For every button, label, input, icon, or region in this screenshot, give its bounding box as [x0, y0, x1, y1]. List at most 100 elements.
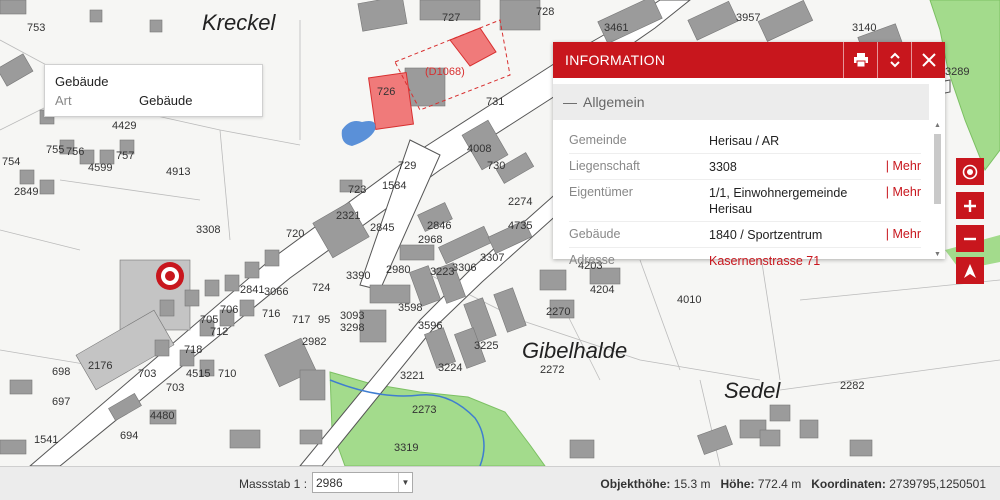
attribute-key: Gemeinde	[569, 133, 627, 147]
print-icon	[853, 53, 868, 67]
address-link[interactable]: Kasernenstrasse 71	[709, 253, 877, 269]
height-label: Höhe:	[720, 477, 755, 491]
coordinates-label: Koordinaten:	[811, 477, 886, 491]
expand-icon	[889, 52, 900, 68]
attribute-row-gebaeude: Gebäude 1840 / Sportzentrum | Mehr	[569, 222, 921, 248]
locate-button[interactable]	[956, 158, 984, 185]
north-button[interactable]	[956, 257, 984, 284]
scale-value: 2986	[316, 476, 343, 490]
place-label-sedel: Sedel	[724, 378, 781, 403]
parcel-label: 2841	[240, 284, 265, 296]
status-bar: Massstab 1 : 2986 ▼ Objekthöhe: 15.3 m H…	[0, 466, 1000, 500]
collapse-icon: —	[563, 94, 577, 110]
parcel-label: 694	[120, 430, 139, 442]
parcel-label: 2274	[508, 196, 533, 208]
parcel-label: 698	[52, 366, 71, 378]
parcel-label: 4480	[150, 410, 175, 422]
parcel-label: 2845	[370, 222, 395, 234]
scale-label: Massstab 1 :	[239, 477, 308, 491]
attribute-key: Gebäude	[569, 227, 621, 241]
more-link	[877, 133, 921, 149]
parcel-label: 2846	[427, 220, 452, 232]
parcel-label: 2968	[418, 234, 443, 246]
parcel-label: 2321	[336, 210, 361, 222]
attribute-list: Gemeinde Herisau / AR Liegenschaft 3308 …	[553, 120, 945, 273]
more-link[interactable]: | Mehr	[877, 227, 921, 243]
parcel-label: 754	[2, 156, 21, 168]
zoom-in-icon	[964, 199, 976, 212]
parcel-label: 3308	[196, 224, 221, 236]
parcel-label: 3289	[945, 66, 970, 78]
parcel-label: 2272	[540, 364, 565, 376]
tooltip-value: Gebäude	[139, 93, 193, 108]
parcel-label: 753	[27, 22, 46, 34]
panel-scrollbar[interactable]: ▲ ▼	[932, 122, 943, 259]
zoom-in-button[interactable]	[956, 192, 984, 219]
scroll-down-icon[interactable]: ▼	[933, 251, 942, 259]
parcel-label: 3598	[398, 302, 423, 314]
scroll-up-icon[interactable]: ▲	[933, 122, 942, 130]
parcel-label: 4913	[166, 166, 191, 178]
attribute-row-liegenschaft: Liegenschaft 3308 | Mehr	[569, 154, 921, 180]
parcel-label: 729	[398, 160, 417, 172]
parcel-label: 4008	[467, 143, 492, 155]
zoom-out-button[interactable]	[956, 225, 984, 252]
attribute-key: Liegenschaft	[569, 159, 640, 173]
parcel-label: 724	[312, 282, 331, 294]
parcel-label: 3223	[430, 266, 455, 278]
parcel-label: 712	[210, 326, 229, 338]
parcel-label: 2849	[14, 186, 39, 198]
parcel-label: 2980	[386, 264, 411, 276]
parcel-label: 3221	[400, 370, 425, 382]
parcel-label: 4429	[112, 120, 137, 132]
parcel-label: 3596	[418, 320, 443, 332]
map-canvas[interactable]: Kreckel Gibelhalde Sedel 753 727 728 346…	[0, 0, 1000, 466]
parcel-label: 3307	[480, 252, 505, 264]
parcel-label: 710	[218, 368, 237, 380]
parcel-label: 4515	[186, 368, 211, 380]
object-height-label: Objekthöhe:	[600, 477, 671, 491]
parcel-label: 2176	[88, 360, 113, 372]
object-height-value: 15.3 m	[673, 477, 711, 491]
parcel-label: 3390	[346, 270, 371, 282]
parcel-label: 706	[220, 304, 239, 316]
locate-icon	[962, 164, 978, 179]
more-link	[877, 253, 921, 269]
attribute-row-adresse: Adresse Kasernenstrasse 71	[569, 248, 921, 273]
parcel-label: 718	[184, 344, 203, 356]
parcel-label: 2270	[546, 306, 571, 318]
parcel-label: 3957	[736, 12, 761, 24]
scroll-thumb[interactable]	[934, 134, 941, 204]
section-allgemein[interactable]: — Allgemein	[553, 84, 929, 120]
expand-button[interactable]	[877, 42, 911, 78]
attribute-value: 1840 / Sportzentrum	[709, 228, 823, 242]
print-button[interactable]	[843, 42, 877, 78]
more-link[interactable]: | Mehr	[877, 185, 921, 217]
parcel-label: 3319	[394, 442, 419, 454]
parcel-label: 3306	[452, 262, 477, 274]
parcel-label: 3461	[604, 22, 629, 34]
more-link[interactable]: | Mehr	[877, 159, 921, 175]
parcel-label: 726	[377, 86, 396, 98]
attribute-value: 1/1, Einwohnergemeinde Herisau	[709, 186, 848, 216]
parcel-label: 3224	[438, 362, 463, 374]
height-value: 772.4 m	[757, 477, 802, 491]
parcel-label: 756	[66, 146, 85, 158]
close-button[interactable]	[911, 42, 945, 78]
parcel-label: 728	[536, 6, 555, 18]
parcel-label: 3140	[852, 22, 877, 34]
parcel-label: 3066	[264, 286, 289, 298]
section-title: Allgemein	[583, 94, 645, 110]
scale-select[interactable]: 2986 ▼	[312, 472, 413, 493]
parcel-label: 703	[138, 368, 157, 380]
parcel-label: 3093	[340, 310, 365, 322]
parcel-label: 1541	[34, 434, 59, 446]
coordinates-value: 2739795,1250501	[889, 477, 986, 491]
zoom-out-icon	[964, 237, 976, 240]
feature-tooltip: Gebäude Art Gebäude	[44, 64, 263, 117]
parcel-label: 4599	[88, 162, 113, 174]
attribute-key: Adresse	[569, 253, 615, 267]
information-panel: INFORMATION — Allgemein Gemeinde Herisau…	[553, 42, 945, 268]
attribute-value: 3308	[709, 160, 737, 174]
parcel-label: 731	[486, 96, 505, 108]
